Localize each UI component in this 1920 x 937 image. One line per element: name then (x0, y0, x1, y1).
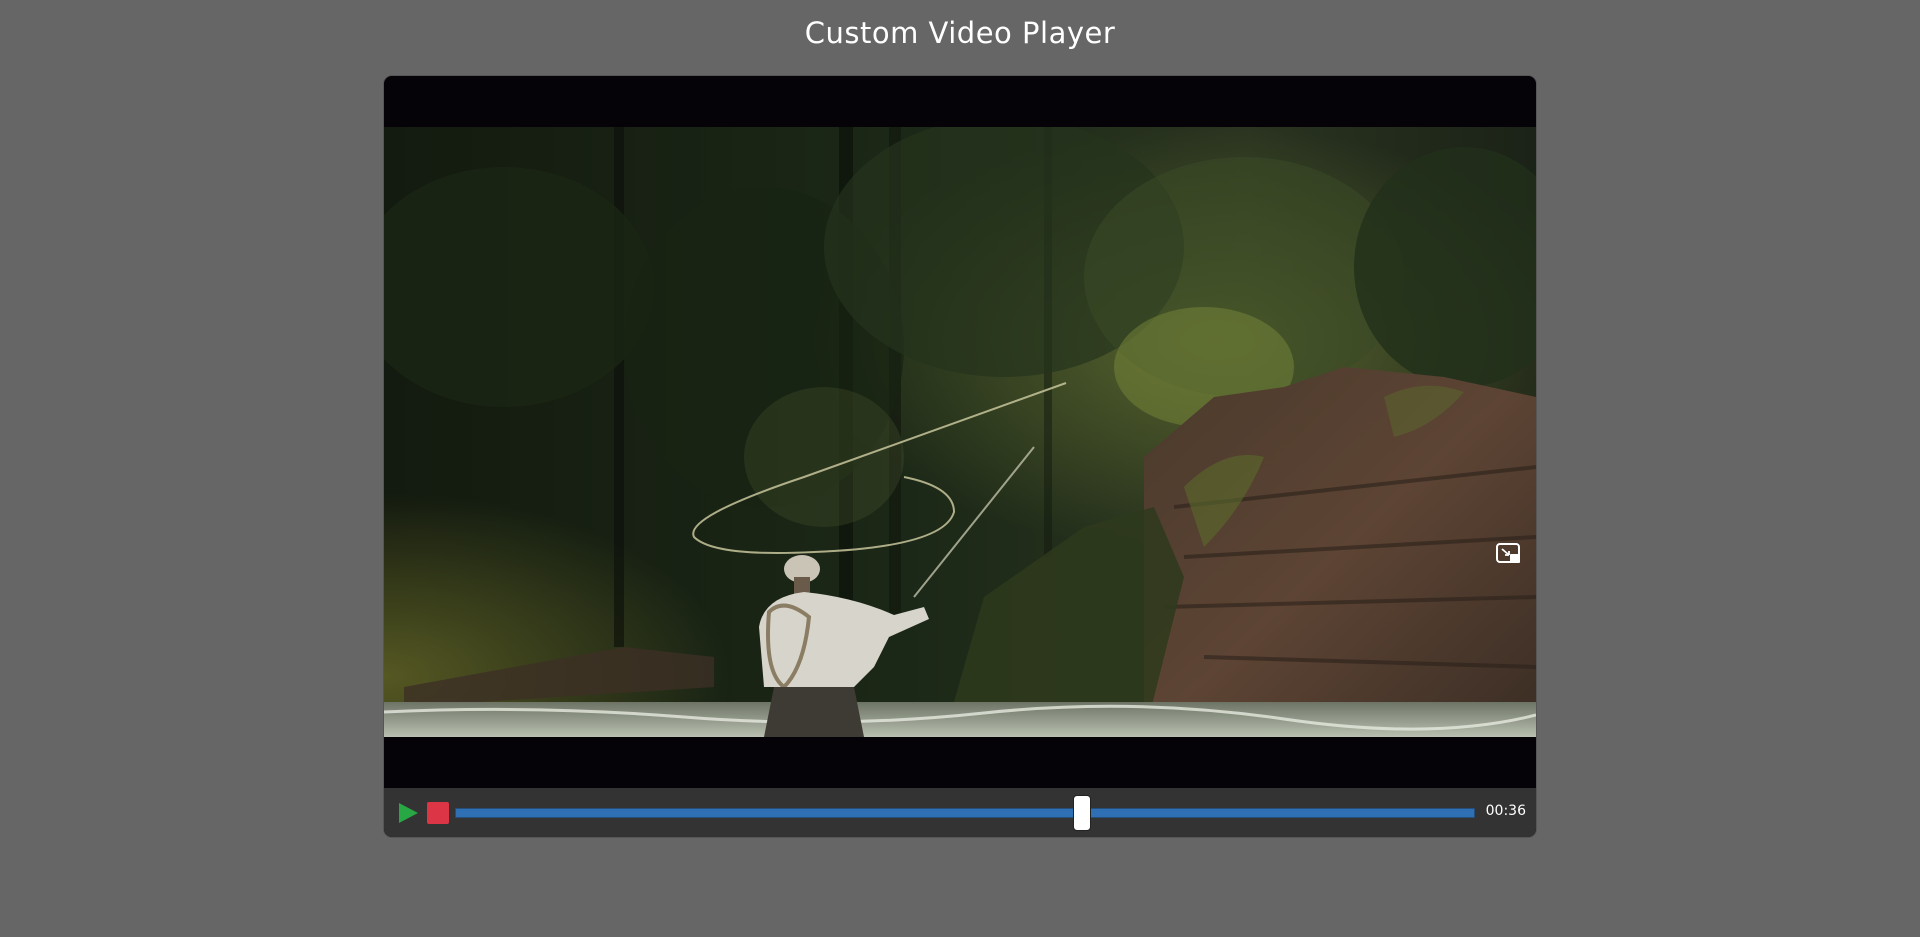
play-button[interactable] (397, 802, 419, 824)
progress-thumb[interactable] (1073, 795, 1092, 831)
video-image (384, 127, 1536, 737)
page-title: Custom Video Player (804, 16, 1116, 50)
video-frame[interactable] (384, 76, 1536, 788)
video-controls: 00:36 (384, 788, 1536, 837)
picture-in-picture-button[interactable] (1496, 543, 1522, 565)
stop-button[interactable] (427, 802, 449, 824)
time-display: 00:36 (1485, 803, 1526, 819)
video-player: 00:36 (384, 76, 1536, 837)
play-icon (399, 803, 418, 823)
progress-bar[interactable] (455, 808, 1475, 818)
picture-in-picture-icon (1496, 543, 1520, 563)
